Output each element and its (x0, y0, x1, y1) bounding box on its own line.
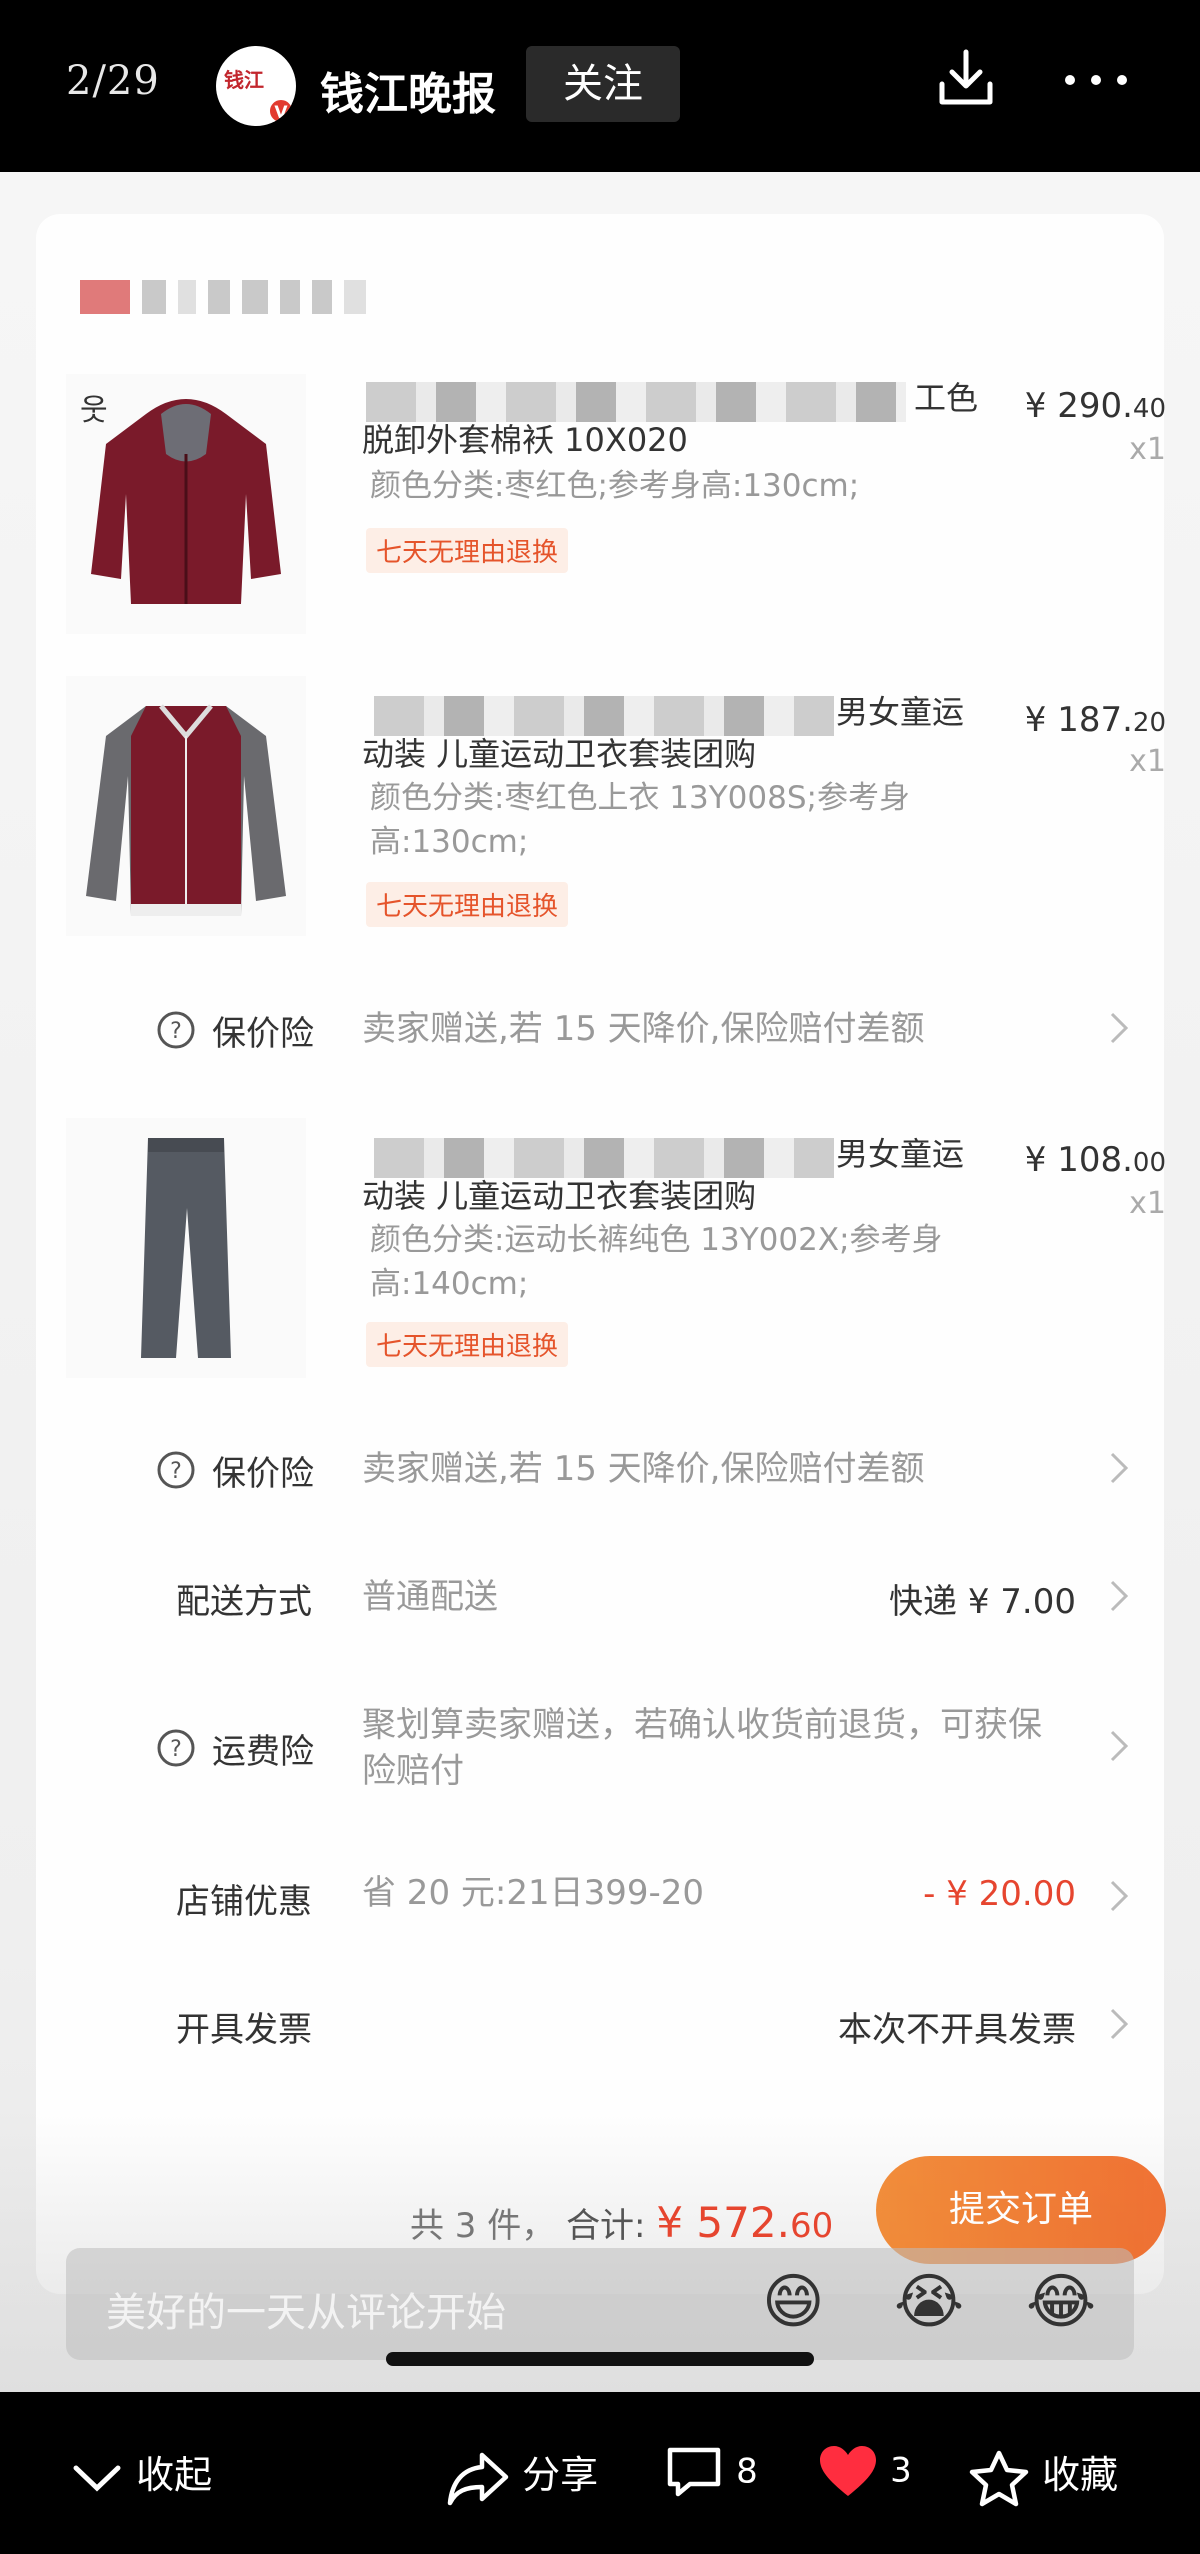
chevron-right-icon[interactable] (1106, 1876, 1132, 1916)
item-price-main: ¥ 290. (1024, 386, 1133, 426)
item-price-cents: 40 (1132, 394, 1166, 424)
share-icon (447, 2452, 509, 2505)
emoji-cry-icon[interactable]: 😭 (894, 2266, 964, 2338)
item-spec: 颜色分类:枣红色上衣 13Y008S;参考身高:130cm; (370, 780, 910, 860)
price-protection-label: 保价险 (212, 1014, 314, 1054)
product-image-jacket[interactable]: 웃 (66, 374, 306, 634)
comments-count: 8 (736, 2451, 758, 2492)
item-quantity: x1 (1129, 432, 1166, 467)
account-name[interactable]: 钱江晚报 (320, 58, 496, 122)
price-protection-text[interactable]: 卖家赠送,若 15 天降价,保险赔付差额 (362, 1446, 925, 1492)
title-blurred (374, 696, 834, 736)
chevron-right-icon[interactable] (1106, 1448, 1132, 1488)
return-policy-tag: 七天无理由退换 (366, 882, 569, 927)
share-button[interactable]: 分享 (446, 2444, 598, 2507)
product-image-tracksuit-top[interactable] (66, 676, 306, 936)
delivery-fee[interactable]: 快递 ¥ 7.00 (796, 1574, 1076, 1623)
return-policy-tag: 七天无理由退换 (366, 1322, 569, 1367)
item-price: ¥ 290.40 (986, 386, 1166, 426)
price-protection-text[interactable]: 卖家赠送,若 15 天降价,保险赔付差额 (362, 1006, 925, 1052)
chevron-right-icon[interactable] (1106, 1576, 1132, 1616)
invoice-value[interactable]: 本次不开具发票 (736, 2002, 1076, 2051)
top-bar: 2/29 钱江 V 钱江晚报 关注 (0, 0, 1200, 172)
freight-insurance-label: 运费险 (212, 1732, 314, 1772)
page-counter: 2/29 (66, 58, 160, 104)
favorite-label: 收藏 (1042, 2453, 1119, 2497)
delivery-method-text: 普通配送 (362, 1577, 498, 1617)
price-protection-label: 保价险 (212, 1454, 314, 1494)
help-circle-icon[interactable]: ? (156, 1728, 196, 1768)
item-title[interactable]: 动装 儿童运动卫衣套装团购 (362, 1174, 756, 1218)
item-count: 共 3 件， (410, 2206, 556, 2246)
star-icon (969, 2450, 1029, 2506)
comments-button[interactable]: 8 (664, 2444, 758, 2500)
order-card: 웃 工色 脱卸外套棉袄 10X020 颜色分类:枣红色;参考身高:130cm; … (36, 214, 1166, 2294)
action-bar: 收起 分享 8 3 收藏 (0, 2392, 1200, 2554)
invoice-label: 开具发票 (176, 2010, 312, 2050)
likes-count: 3 (890, 2450, 912, 2491)
total-amount: ¥ 572. (656, 2198, 790, 2247)
item-title-end: 男女童运 (836, 1135, 965, 1173)
comment-input[interactable]: 美好的一天从评论开始 (66, 2248, 1134, 2360)
svg-text:?: ? (170, 1019, 182, 1044)
item-price-cents: 00 (1132, 1148, 1166, 1178)
item-title[interactable]: 脱卸外套棉袄 10X020 (362, 418, 688, 462)
item-price: ¥ 187.20 (986, 700, 1166, 740)
download-icon[interactable] (936, 48, 996, 108)
shop-discount-label: 店铺优惠 (176, 1882, 312, 1922)
collapse-label: 收起 (136, 2453, 213, 2497)
item-title-end: 男女童运 (836, 693, 965, 731)
chevron-right-icon[interactable] (1106, 1726, 1132, 1766)
heart-icon (820, 2446, 876, 2496)
help-circle-icon[interactable]: ? (156, 1450, 196, 1490)
more-icon[interactable] (1060, 60, 1132, 100)
collapse-button[interactable]: 收起 (70, 2444, 212, 2499)
title-blurred (374, 1138, 834, 1178)
item-price: ¥ 108.00 (986, 1140, 1166, 1180)
emoji-tears-of-joy-icon[interactable]: 😂 (1026, 2266, 1096, 2338)
item-spec: 颜色分类:枣红色;参考身高:130cm; (370, 468, 860, 504)
share-label: 分享 (522, 2453, 599, 2497)
item-price-cents: 20 (1132, 708, 1166, 738)
return-policy-tag: 七天无理由退换 (366, 528, 569, 573)
chevron-right-icon[interactable] (1106, 1008, 1132, 1048)
item-quantity: x1 (1129, 744, 1166, 779)
shop-discount-text: 省 20 元:21日399-20 (362, 1873, 705, 1913)
home-indicator (386, 2352, 814, 2366)
follow-button[interactable]: 关注 (526, 46, 680, 122)
chevron-right-icon[interactable] (1106, 2004, 1132, 2044)
total-cents: 60 (789, 2206, 834, 2246)
delivery-method-label: 配送方式 (176, 1582, 312, 1622)
chevron-down-icon (73, 2465, 121, 2491)
shop-discount-amount[interactable]: - ¥ 20.00 (796, 1874, 1076, 1914)
help-circle-icon[interactable]: ? (156, 1010, 196, 1050)
avatar-logo: 钱江 (224, 68, 264, 92)
verified-badge-icon: V (268, 98, 294, 124)
svg-text:?: ? (170, 1459, 182, 1484)
total-label: 合计: (566, 2206, 646, 2246)
order-total: 共 3 件， 合计: ¥ 572.60 (410, 2198, 833, 2247)
item-title[interactable]: 动装 儿童运动卫衣套装团购 (362, 732, 756, 776)
favorite-button[interactable]: 收藏 (968, 2444, 1118, 2507)
shop-name-blurred (80, 280, 420, 322)
item-spec: 颜色分类:运动长裤纯色 13Y002X;参考身高:140cm; (370, 1222, 943, 1302)
item-title-end: 工色 (914, 379, 979, 417)
item-price-main: ¥ 187. (1024, 700, 1133, 740)
like-button[interactable]: 3 (818, 2444, 912, 2498)
freight-insurance-text[interactable]: 聚划算卖家赠送，若确认收货前退货，可获保险赔付 (362, 1702, 1052, 1794)
comment-placeholder: 美好的一天从评论开始 (106, 2290, 506, 2336)
avatar[interactable]: 钱江 V (216, 46, 296, 126)
comment-icon (667, 2447, 721, 2497)
title-blurred (366, 382, 906, 422)
emoji-laugh-icon[interactable]: 😄 (762, 2266, 825, 2338)
svg-text:?: ? (170, 1737, 182, 1762)
order-screenshot: 웃 工色 脱卸外套棉袄 10X020 颜色分类:枣红色;参考身高:130cm; … (0, 172, 1200, 2392)
svg-text:웃: 웃 (80, 393, 108, 428)
item-quantity: x1 (1129, 1186, 1166, 1221)
product-image-pants[interactable] (66, 1118, 306, 1378)
item-price-main: ¥ 108. (1024, 1140, 1133, 1180)
